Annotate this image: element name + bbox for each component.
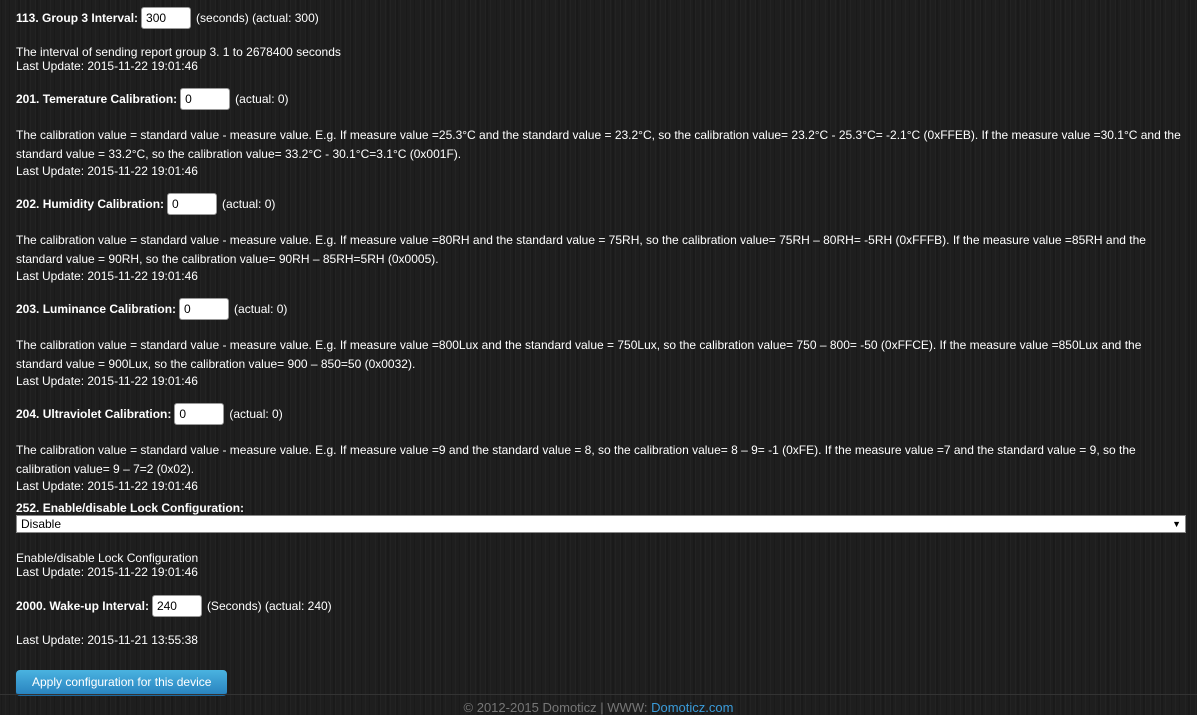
param-2000: 2000. Wake-up Interval: (Seconds) (actual… — [16, 594, 1186, 647]
param-last-update: Last Update: 2015-11-22 19:01:46 — [16, 164, 198, 178]
param-252: 252. Enable/disable Lock Configuration: … — [16, 501, 1186, 579]
param-value-input[interactable] — [167, 193, 218, 215]
param-description: The calibration value = standard value -… — [16, 338, 1142, 371]
config-form: 113. Group 3 Interval: (seconds) (actual:… — [16, 0, 1186, 696]
param-suffix: (Seconds) (actual: 240) — [206, 599, 332, 613]
param-suffix: (actual: 0) — [235, 92, 289, 106]
param-label: 2000. Wake-up Interval: — [16, 599, 149, 613]
footer-text: © 2012-2015 Domoticz | WWW: — [463, 700, 652, 715]
param-last-update: Last Update: 2015-11-22 19:01:46 — [16, 374, 198, 388]
select-value: Disable — [21, 517, 62, 531]
param-section: 204. Ultraviolet Calibration: (actual: 0)… — [16, 402, 1186, 493]
param-label: 201. Temerature Calibration: — [16, 92, 178, 106]
param-section: 203. Luminance Calibration: (actual: 0) T… — [16, 297, 1186, 388]
param-description: The calibration value = standard value -… — [16, 443, 1136, 476]
param-description: The calibration value = standard value -… — [16, 233, 1146, 266]
param-section: 113. Group 3 Interval: (seconds) (actual:… — [16, 6, 1186, 73]
apply-configuration-button[interactable]: Apply configuration for this device — [16, 670, 228, 696]
footer-link[interactable]: Domoticz.com — [651, 700, 733, 715]
param-value-input[interactable] — [180, 88, 231, 110]
param-value-input[interactable] — [141, 7, 192, 29]
param-label: 113. Group 3 Interval: — [16, 11, 139, 25]
param-section: 201. Temerature Calibration:(actual: 0) … — [16, 87, 1186, 178]
param-description: Enable/disable Lock Configuration — [16, 551, 199, 565]
param-suffix: (seconds) (actual: 300) — [196, 11, 319, 25]
param-label: 252. Enable/disable Lock Configuration: — [16, 501, 245, 515]
param-last-update: Last Update: 2015-11-22 19:01:46 — [16, 269, 198, 283]
param-description: The calibration value = standard value -… — [16, 128, 1181, 161]
param-suffix: (actual: 0) — [229, 407, 283, 421]
param-label: 204. Ultraviolet Calibration: — [16, 407, 172, 421]
param-last-update: Last Update: 2015-11-22 19:01:46 — [16, 479, 198, 493]
wakeup-interval-input[interactable] — [151, 595, 202, 617]
param-label: 202. Humidity Calibration: — [16, 197, 165, 211]
param-value-input[interactable] — [179, 298, 230, 320]
param-last-update: Last Update: 2015-11-22 19:01:46 — [16, 565, 198, 579]
param-label: 203. Luminance Calibration: — [16, 302, 177, 316]
dropdown-arrow-icon: ▼ — [1172, 519, 1181, 529]
param-suffix: (actual: 0) — [222, 197, 276, 211]
param-value-input[interactable] — [174, 403, 225, 425]
param-description: The interval of sending report group 3. … — [16, 45, 341, 59]
param-suffix: (actual: 0) — [234, 302, 288, 316]
lock-config-select[interactable]: Disable ▼ — [16, 515, 1186, 533]
param-last-update: Last Update: 2015-11-21 13:55:38 — [16, 633, 198, 647]
param-section: 202. Humidity Calibration: (actual: 0) Th… — [16, 192, 1186, 283]
param-last-update: Last Update: 2015-11-22 19:01:46 — [16, 59, 198, 73]
